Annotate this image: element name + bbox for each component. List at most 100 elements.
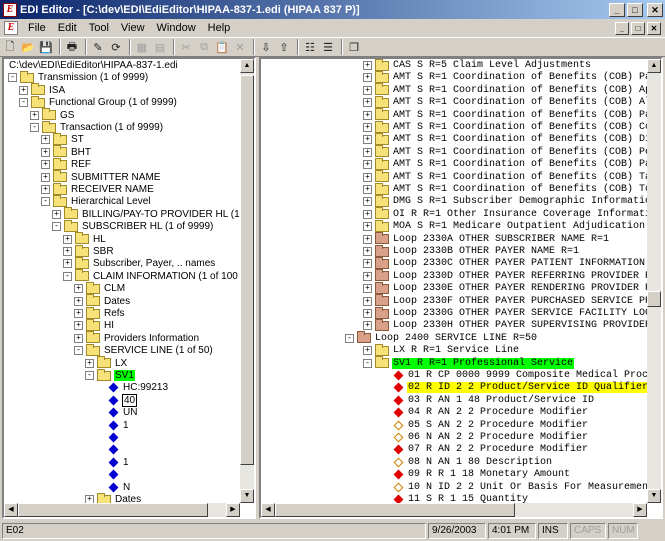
collapse-toggle[interactable]: - (345, 333, 354, 343)
structure-tree-node[interactable]: + CLM (74, 281, 126, 295)
scroll-down-arrow[interactable]: ▼ (647, 489, 661, 503)
structure-tree-node[interactable]: + Subscriber, Payer, .. names (63, 256, 216, 270)
expand-toggle[interactable]: + (363, 197, 372, 207)
expand-toggle[interactable]: + (41, 185, 50, 194)
spec-tree-node[interactable]: 06 N AN 2 2 Procedure Modifier (381, 431, 589, 444)
close-button[interactable]: ✕ (647, 2, 663, 17)
collapse-toggle[interactable]: - (74, 346, 83, 356)
doc-restore-button[interactable]: □ (631, 21, 645, 35)
expand-toggle[interactable]: + (19, 85, 28, 95)
expand-toggle[interactable]: + (363, 222, 372, 232)
new-file-icon[interactable]: 🗋 (2, 39, 18, 55)
scroll-thumb[interactable] (647, 291, 661, 307)
spec-tree-node[interactable]: 04 R AN 2 2 Procedure Modifier (381, 406, 589, 419)
expand-toggle[interactable]: + (363, 271, 372, 281)
expand-toggle[interactable]: + (41, 135, 50, 145)
structure-tree-node[interactable]: UN (96, 406, 138, 419)
expand-toggle[interactable]: + (74, 284, 83, 294)
structure-tree-node[interactable]: + ISA (19, 83, 66, 97)
right-vertical-scrollbar[interactable]: ▲ ▼ (647, 59, 661, 503)
expand-toggle[interactable]: + (74, 333, 83, 343)
app-icon[interactable]: E (3, 2, 17, 17)
structure-tree-node[interactable]: 1 (96, 419, 130, 432)
collapse-toggle[interactable]: - (85, 371, 94, 380)
expand-toggle[interactable]: + (74, 321, 83, 331)
scroll-thumb[interactable] (18, 503, 208, 517)
right-horizontal-scrollbar[interactable]: ◀ ▶ (261, 503, 647, 517)
spec-tree-node[interactable]: 02 R ID 2 2 Product/Service ID Qualifier (381, 381, 650, 394)
spec-tree-node[interactable]: - SV1 R R=1 Professional Service (363, 356, 575, 370)
menu-edit[interactable]: Edit (52, 22, 83, 34)
left-vertical-scrollbar[interactable]: ▲ ▼ (240, 59, 254, 503)
menu-window[interactable]: Window (151, 22, 202, 34)
expand-toggle[interactable]: + (363, 346, 372, 356)
spec-tree-node[interactable]: 09 R R 1 18 Monetary Amount (381, 468, 571, 481)
expand-toggle[interactable]: + (363, 259, 372, 269)
spec-tree-node[interactable]: + CAS S R=5 Claim Level Adjustments (363, 59, 592, 72)
tree-expand-icon[interactable]: ☰ (320, 39, 336, 55)
expand-toggle[interactable]: + (41, 172, 50, 182)
structure-tree-node[interactable]: + BILLING/PAY-TO PROVIDER HL (1 (52, 207, 241, 221)
expand-toggle[interactable]: + (52, 209, 61, 219)
expand-toggle[interactable]: + (63, 234, 72, 244)
expand-toggle[interactable]: + (41, 147, 50, 157)
collapse-toggle[interactable]: - (30, 123, 39, 132)
structure-tree-node[interactable]: HC:99213 (96, 381, 169, 394)
structure-tree-node[interactable]: + Dates (74, 294, 131, 308)
document-icon[interactable]: E (4, 21, 18, 35)
structure-tree-node[interactable]: + LX (85, 356, 128, 370)
spec-tree-node[interactable]: + LX R R=1 Service Line (363, 343, 520, 357)
structure-tree-node[interactable] (96, 431, 124, 444)
spec-tree-node[interactable]: 05 S AN 2 2 Procedure Modifier (381, 419, 589, 432)
scroll-right-arrow[interactable]: ▶ (226, 503, 240, 517)
expand-toggle[interactable]: + (74, 309, 83, 318)
doc-close-button[interactable]: ✕ (647, 21, 661, 35)
spec-tree-node[interactable]: 08 N AN 1 80 Description (381, 456, 553, 469)
collapse-toggle[interactable]: - (52, 222, 61, 232)
expand-toggle[interactable]: + (363, 160, 372, 170)
tree-view-icon[interactable]: ☷ (302, 39, 318, 55)
spec-tree-node[interactable]: 03 R AN 1 48 Product/Service ID (381, 394, 595, 407)
expand-toggle[interactable]: + (41, 160, 50, 170)
move-up-icon[interactable]: ⇧ (276, 39, 292, 55)
spec-tree-node[interactable]: + AMT S R=1 Coordination of Benefits (COB… (363, 145, 661, 159)
structure-tree-node[interactable]: - SERVICE LINE (1 of 50) (74, 343, 214, 357)
structure-tree-node[interactable]: + HL (63, 232, 107, 246)
spec-tree-node[interactable]: + AMT S R=1 Coordination of Benefits (COB… (363, 108, 661, 122)
structure-tree-node[interactable]: + GS (30, 108, 75, 122)
spec-tree-node[interactable]: + AMT S R=1 Coordination of Benefits (COB… (363, 170, 661, 184)
minimize-button[interactable]: _ (609, 2, 625, 17)
structure-tree-node[interactable]: + HI (74, 318, 115, 332)
move-down-icon[interactable]: ⇩ (258, 39, 274, 55)
spec-tree-node[interactable]: 10 N ID 2 2 Unit Or Basis For Measuremen… (381, 481, 661, 494)
scroll-left-arrow[interactable]: ◀ (261, 503, 275, 517)
spec-tree-node[interactable]: 01 R CP 0000 9999 Composite Medical Proc… (381, 369, 661, 382)
spec-tree-pane[interactable]: + CAS S R=5 Claim Level Adjustments + AMT S… (259, 57, 663, 519)
open-folder-icon[interactable]: 📂 (20, 39, 36, 55)
collapse-toggle[interactable]: - (8, 73, 17, 83)
spec-tree-node[interactable]: + Loop 2330F OTHER PAYER PURCHASED SERVIC… (363, 294, 661, 308)
scroll-right-arrow[interactable]: ▶ (633, 503, 647, 517)
menu-file[interactable]: File (22, 22, 52, 34)
spec-tree-node[interactable]: 07 R AN 2 2 Procedure Modifier (381, 443, 589, 456)
menu-tool[interactable]: Tool (83, 22, 115, 34)
collapse-toggle[interactable]: - (19, 98, 28, 108)
spec-tree-node[interactable]: + Loop 2330D OTHER PAYER REFERRING PROVID… (363, 269, 661, 283)
expand-toggle[interactable]: + (363, 147, 372, 157)
expand-toggle[interactable]: + (363, 234, 372, 244)
grid-icon[interactable]: ▦ (134, 39, 150, 55)
expand-toggle[interactable]: + (63, 259, 72, 269)
spec-tree-node[interactable]: + Loop 2330H OTHER PAYER SUPERVISING PROV… (363, 318, 661, 332)
spec-tree-node[interactable]: + AMT S R=1 Coordination of Benefits (COB… (363, 70, 661, 84)
scroll-down-arrow[interactable]: ▼ (240, 489, 254, 503)
structure-tree-pane[interactable]: C:\dev\EDI\EdiEditor\HIPAA-837-1.edi - Tra… (2, 57, 256, 519)
expand-toggle[interactable]: + (363, 309, 372, 318)
structure-tree-node[interactable]: - Transaction (1 of 9999) (30, 120, 164, 134)
copy-icon[interactable]: ⧉ (196, 39, 212, 55)
doc-minimize-button[interactable]: _ (615, 21, 629, 35)
spec-tree-node[interactable]: + Loop 2330E OTHER PAYER RENDERING PROVID… (363, 281, 661, 295)
expand-toggle[interactable]: + (363, 209, 372, 219)
expand-toggle[interactable]: + (363, 185, 372, 194)
menu-help[interactable]: Help (202, 22, 237, 34)
structure-tree-node[interactable]: + SBR (63, 244, 115, 258)
